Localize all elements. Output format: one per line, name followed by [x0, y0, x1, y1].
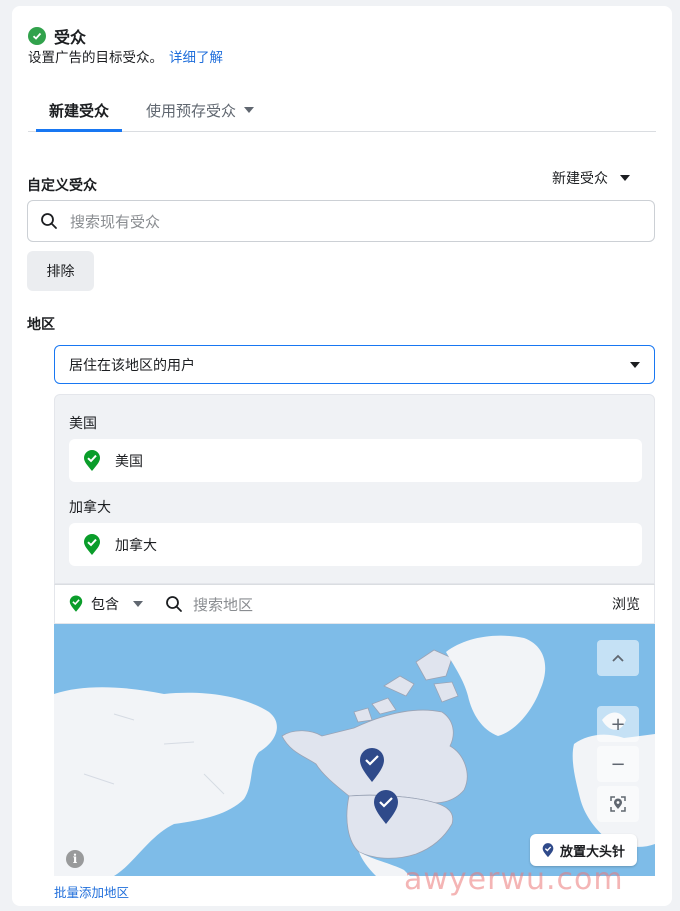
scroll-up-button[interactable] [597, 640, 639, 676]
audience-card: 受众 设置广告的目标受众。 详细了解 新建受众 使用预存受众 自定义受众 新建受众… [12, 6, 672, 906]
new-audience-label: 新建受众 [552, 171, 608, 187]
region-label: 地区 [27, 317, 55, 333]
browse-link[interactable]: 浏览 [612, 594, 640, 614]
location-pin-check-icon [84, 533, 100, 555]
location-type-select[interactable]: 居住在该地区的用户 [54, 345, 655, 384]
tab-saved-audience[interactable]: 使用预存受众 [146, 92, 255, 132]
exclude-button[interactable]: 排除 [27, 251, 94, 291]
location-pin-check-icon [69, 595, 83, 612]
bulk-add-locations-link[interactable]: 批量添加地区 [54, 882, 129, 901]
zoom-in-button[interactable]: + [597, 706, 639, 742]
tab-new-audience[interactable]: 新建受众 [36, 92, 122, 132]
caret-down-icon [244, 107, 255, 113]
audience-tabs: 新建受众 使用预存受众 [28, 92, 656, 132]
include-dropdown[interactable]: 包含 [69, 594, 143, 614]
location-search-input[interactable]: 搜索地区 [165, 594, 253, 615]
info-icon[interactable]: i [66, 850, 84, 868]
zoom-out-button[interactable]: − [597, 746, 639, 782]
location-type-value: 居住在该地区的用户 [69, 357, 195, 374]
include-label: 包含 [91, 597, 119, 613]
caret-down-icon [133, 601, 143, 607]
audience-search-placeholder: 搜索现有受众 [70, 212, 161, 231]
location-item-label: 美国 [115, 453, 143, 470]
location-search-placeholder: 搜索地区 [193, 595, 254, 614]
chevron-up-icon [612, 654, 624, 662]
locate-pin-icon [610, 796, 626, 812]
caret-down-icon [620, 175, 630, 181]
location-item[interactable]: 美国 [69, 439, 642, 482]
selected-locations-panel: 美国 美国 加拿大 加拿大 [54, 394, 655, 584]
location-group-heading: 美国 [69, 416, 97, 432]
location-pin-check-icon [84, 449, 100, 471]
drop-pin-label: 放置大头针 [560, 844, 626, 860]
location-map[interactable]: + − 放置大头针 i [54, 624, 655, 876]
section-header: 受众 [28, 24, 86, 48]
section-title: 受众 [54, 28, 87, 47]
subtitle-text: 设置广告的目标受众。 [28, 50, 163, 66]
watermark: awyerwu.com [404, 862, 624, 897]
learn-more-link[interactable]: 详细了解 [169, 50, 223, 66]
custom-audience-label: 自定义受众 [27, 178, 97, 194]
audience-search-input[interactable]: 搜索现有受众 [27, 200, 655, 242]
location-item-label: 加拿大 [115, 537, 157, 554]
location-item[interactable]: 加拿大 [69, 523, 642, 566]
section-subtitle: 设置广告的目标受众。 详细了解 [28, 46, 223, 66]
locate-button[interactable] [597, 786, 639, 822]
pin-check-icon [542, 842, 554, 857]
location-group-heading: 加拿大 [69, 500, 111, 516]
search-icon [41, 213, 57, 229]
check-circle-icon [28, 27, 46, 45]
caret-down-icon [630, 361, 640, 368]
location-search-bar: 包含 搜索地区 浏览 [54, 584, 655, 624]
tab-saved-audience-label: 使用预存受众 [146, 102, 237, 120]
new-audience-dropdown[interactable]: 新建受众 [552, 168, 630, 188]
search-icon [166, 596, 182, 612]
